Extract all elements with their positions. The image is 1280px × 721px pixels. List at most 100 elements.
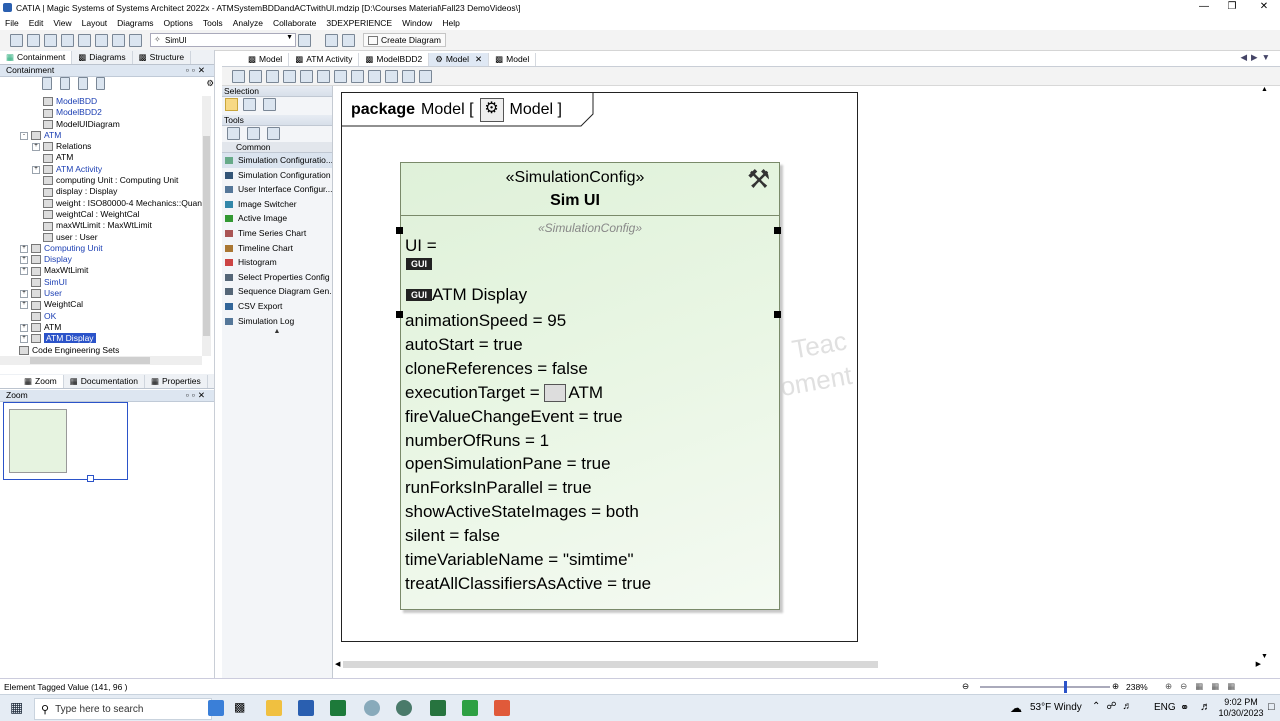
lasso-icon[interactable] [263, 97, 276, 111]
menu-diagrams[interactable]: Diagrams [112, 16, 158, 30]
tab-zoom[interactable]: ▦ Zoom [0, 374, 64, 388]
excel-icon[interactable] [330, 700, 346, 716]
palette-item[interactable]: Active Image [222, 211, 332, 226]
zoom-handle[interactable] [87, 475, 94, 482]
canvas-vscrollbar[interactable]: ▲ ▼ [1260, 86, 1270, 660]
tree-item[interactable]: - ATM [4, 130, 202, 141]
tree-item[interactable]: + ATM [4, 322, 202, 333]
tab-properties[interactable]: ▦ Properties [145, 374, 208, 388]
menu-options[interactable]: Options [159, 16, 198, 30]
undo-icon[interactable] [112, 33, 125, 47]
scroll-left-icon[interactable]: ◀ [335, 660, 340, 668]
tab-model-3[interactable]: ▩ Model [489, 52, 537, 66]
save-all-icon[interactable] [61, 33, 74, 47]
tree-item[interactable]: computing Unit : Computing Unit [4, 175, 202, 186]
scroll-up-icon[interactable]: ▲ [1261, 86, 1268, 93]
tray-icons[interactable]: ⌃☍♬ [1092, 701, 1139, 712]
browser-icon[interactable] [364, 700, 380, 716]
menu-help[interactable]: Help [437, 16, 464, 30]
menu-view[interactable]: View [48, 16, 76, 30]
app-2-icon[interactable] [298, 700, 314, 716]
print-preview-icon[interactable] [95, 33, 108, 47]
app-7-icon[interactable] [462, 700, 478, 716]
clock-time[interactable]: 9:02 PM [1218, 697, 1264, 707]
tab-modelbdd2[interactable]: ▩ ModelBDD2 [359, 52, 430, 66]
menu-tools[interactable]: Tools [198, 16, 228, 30]
cortana-icon[interactable] [208, 700, 224, 716]
zoom-out-icon[interactable]: ⊖ [962, 681, 969, 692]
weather-icon[interactable]: ☁ [1010, 701, 1022, 715]
taskbar-search[interactable]: ⚲ Type here to search [34, 698, 212, 720]
grid-icon[interactable] [300, 69, 313, 83]
expand-icon[interactable]: + [32, 165, 40, 174]
language-indicator[interactable]: ENG [1154, 702, 1176, 713]
hscroll-thumb[interactable] [343, 661, 878, 668]
tree-hscroll-thumb[interactable] [30, 357, 150, 364]
tree-item[interactable]: user : User [4, 232, 202, 243]
go-icon[interactable] [298, 33, 311, 47]
canvas-hscrollbar[interactable]: ◀ ▶ [333, 660, 1263, 670]
zoom-panel-controls-icon[interactable]: ▫▫✕ [186, 390, 208, 401]
resize-handle-ml[interactable] [396, 311, 403, 318]
resize-handle-tl[interactable] [396, 227, 403, 234]
windows-start-icon[interactable]: ▦ [10, 699, 23, 716]
app-6-icon[interactable] [430, 700, 446, 716]
create-diagram-button[interactable]: Create Diagram [363, 33, 446, 47]
tree-item[interactable]: OK [4, 311, 202, 322]
tool-1-icon[interactable] [227, 126, 240, 140]
new-project-icon[interactable] [10, 33, 23, 47]
expand-icon[interactable]: + [32, 142, 40, 151]
zoom-level[interactable]: 238% [1126, 682, 1148, 692]
copy-icon[interactable] [317, 69, 330, 83]
tab-diagrams[interactable]: ▩ Diagrams [72, 50, 133, 64]
expand-icon[interactable]: + [20, 301, 28, 310]
tree-item[interactable]: + MaxWtLimit [4, 265, 202, 276]
palette-group-common[interactable]: Common [222, 142, 332, 153]
tree-item[interactable]: + Display [4, 254, 202, 265]
palette-item[interactable]: Sequence Diagram Gen... [222, 284, 332, 299]
volume-icon[interactable]: ♬ [1200, 701, 1211, 713]
app-8-icon[interactable] [494, 700, 510, 716]
zoom-viewport[interactable] [3, 402, 128, 482]
expand-icon[interactable]: + [20, 334, 28, 343]
tab-documentation[interactable]: ▦ Documentation [64, 374, 145, 388]
status-tools-icon[interactable]: ⊕⊖▦▦▦ [1165, 681, 1243, 692]
tree-item[interactable]: ModelUIDiagram [4, 119, 202, 130]
tree-item[interactable]: ModelBDD [4, 96, 202, 107]
resize-handle-tr[interactable] [774, 227, 781, 234]
expand-icon[interactable]: + [20, 255, 28, 264]
tab-close-icon[interactable]: ✕ [475, 53, 482, 66]
tab-atm-activity[interactable]: ▩ ATM Activity [289, 52, 360, 66]
weather-text[interactable]: 53°F Windy [1030, 702, 1082, 713]
redo-icon[interactable] [129, 33, 142, 47]
tree-hscrollbar[interactable] [0, 356, 202, 365]
settings-icon[interactable] [385, 69, 398, 83]
menu-collaborate[interactable]: Collaborate [268, 16, 321, 30]
palette-collapse-icon[interactable]: ▲ [222, 328, 332, 335]
tab-model-active[interactable]: ⚙ Model ✕ [429, 52, 490, 66]
tree-item[interactable]: weightCal : WeightCal [4, 209, 202, 220]
menu-analyze[interactable]: Analyze [228, 16, 268, 30]
zoom-in-icon[interactable]: ⊕ [1112, 681, 1119, 692]
restore-icon[interactable]: ❐ [1216, 0, 1248, 16]
pointer-icon[interactable] [225, 97, 238, 111]
tab-structure[interactable]: ▩ Structure [133, 50, 192, 64]
menu-window[interactable]: Window [397, 16, 437, 30]
tree-item[interactable]: + User [4, 288, 202, 299]
palette-item[interactable]: User Interface Configur... [222, 182, 332, 197]
tree-item[interactable]: SimUI [4, 277, 202, 288]
menu-3dexperience[interactable]: 3DEXPERIENCE [321, 16, 397, 30]
menu-edit[interactable]: Edit [24, 16, 49, 30]
palette-item[interactable]: Simulation Configuration [222, 168, 332, 183]
delete-icon[interactable] [351, 69, 364, 83]
tree-scroll-thumb[interactable] [203, 136, 210, 336]
paste-icon[interactable] [334, 69, 347, 83]
palette-item[interactable]: Simulation Log [222, 314, 332, 329]
save-icon[interactable] [44, 33, 57, 47]
close-icon[interactable]: ✕ [1248, 0, 1280, 16]
tool-3-icon[interactable] [267, 126, 280, 140]
palette-item[interactable]: Simulation Configuratio... [222, 153, 332, 168]
tool-2-icon[interactable] [247, 126, 260, 140]
file-explorer-icon[interactable] [266, 700, 282, 716]
resize-handle-mr[interactable] [774, 311, 781, 318]
